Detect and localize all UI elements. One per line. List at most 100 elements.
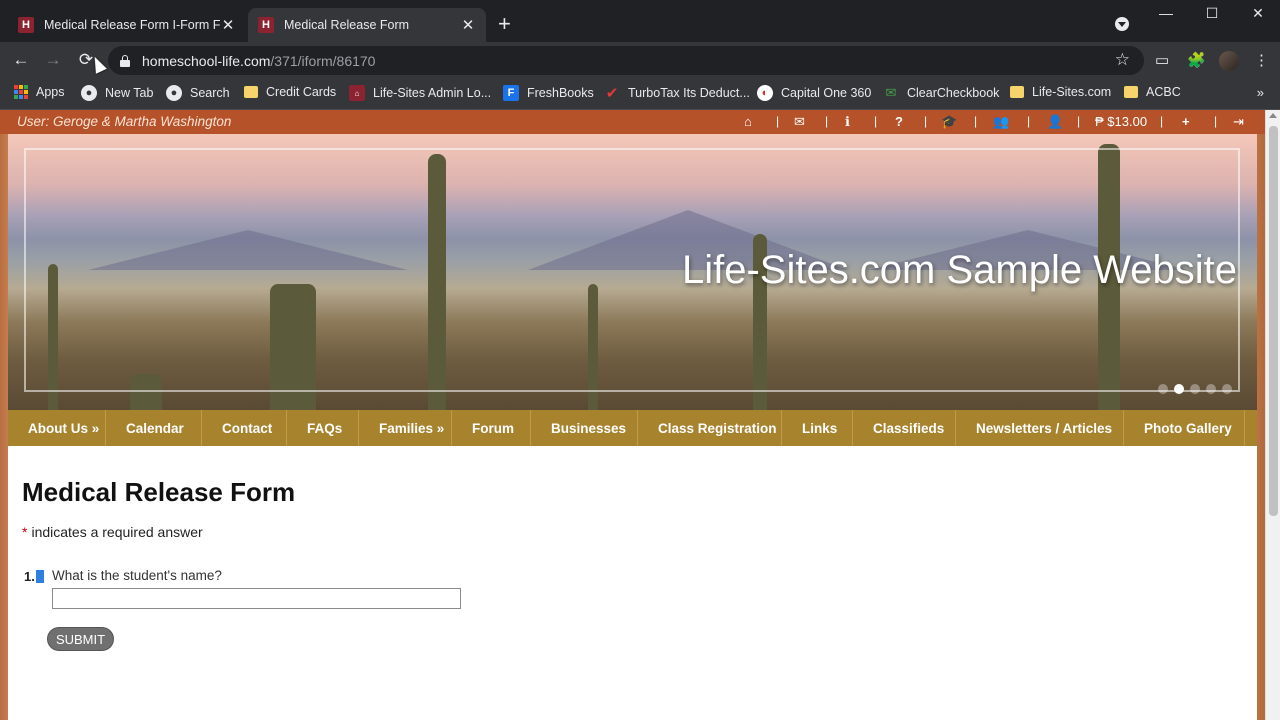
bookmark-label: Life-Sites Admin Lo... xyxy=(373,86,492,100)
nav-contact[interactable]: Contact xyxy=(202,410,287,446)
nav-about-us[interactable]: About Us » xyxy=(8,410,106,446)
bookmark-life-sites-admin[interactable]: ⌂ Life-Sites Admin Lo... xyxy=(349,85,491,101)
nav-photo-gallery[interactable]: Photo Gallery xyxy=(1124,410,1245,446)
info-icon[interactable]: ℹ xyxy=(845,114,850,130)
apps-icon xyxy=(14,85,28,99)
bookmarks-bar: Apps ● New Tab ● Search Credit Cards ⌂ L… xyxy=(0,79,1280,110)
question-label: What is the student's name? xyxy=(52,568,222,583)
user-icon[interactable]: 👤 xyxy=(1047,114,1063,130)
tab-medical-release-form[interactable]: H Medical Release Form ✕ xyxy=(248,8,486,42)
nav-classifieds[interactable]: Classifieds xyxy=(853,410,956,446)
new-tab-button[interactable]: + xyxy=(498,13,511,35)
required-note: * indicates a required answer xyxy=(22,524,203,540)
lock-icon[interactable] xyxy=(120,54,130,67)
bookmark-life-sites[interactable]: Life-Sites.com xyxy=(1010,85,1111,99)
slide-dot[interactable] xyxy=(1158,384,1168,394)
maximize-button[interactable]: ☐ xyxy=(1202,5,1222,22)
slide-dot[interactable] xyxy=(1190,384,1200,394)
nav-forum[interactable]: Forum xyxy=(452,410,531,446)
divider: | xyxy=(1214,114,1218,128)
nav-class-registration[interactable]: Class Registration xyxy=(638,410,782,446)
close-tab-icon[interactable]: ✕ xyxy=(460,16,476,34)
group-icon[interactable]: 👥 xyxy=(993,114,1009,130)
browser-toolbar: ← → ⟳ homeschool-life.com/371/iform/8617… xyxy=(0,42,1280,79)
url-host: homeschool-life.com xyxy=(142,52,271,69)
nav-families[interactable]: Families » xyxy=(359,410,452,446)
nav-calendar[interactable]: Calendar xyxy=(106,410,202,446)
bookmark-label: ClearCheckbook xyxy=(907,86,1000,100)
tab-medical-release-form-fields[interactable]: H Medical Release Form I-Form Fiel ✕ xyxy=(8,8,246,42)
balance-amount: $13.00 xyxy=(1107,114,1148,129)
add-user-icon[interactable]: + xyxy=(1182,114,1190,130)
bookmark-label: Search xyxy=(190,86,230,100)
mail-icon[interactable]: ✉ xyxy=(794,114,805,130)
tab-search-icon[interactable] xyxy=(1115,17,1129,31)
help-icon[interactable]: ? xyxy=(895,114,903,130)
bookmark-acbc[interactable]: ACBC xyxy=(1124,85,1181,99)
graduation-cap-icon[interactable]: 🎓 xyxy=(941,114,957,130)
user-label: User: Geroge & Martha Washington xyxy=(17,114,232,129)
hsl-icon: ⌂ xyxy=(349,85,365,101)
menu-icon[interactable]: ⋮ xyxy=(1254,51,1269,69)
bookmark-capital-one[interactable]: ◐ Capital One 360 xyxy=(757,85,871,101)
folder-icon xyxy=(1124,86,1138,98)
bookmark-apps[interactable]: Apps xyxy=(14,85,65,99)
nav-newsletters-articles[interactable]: Newsletters / Articles xyxy=(956,410,1124,446)
student-name-input[interactable] xyxy=(52,588,461,609)
divider: | xyxy=(1027,114,1031,128)
page-title: Medical Release Form xyxy=(22,477,296,507)
page-scrollbar[interactable] xyxy=(1265,110,1280,720)
main-navigation: About Us » Calendar Contact FAQs Familie… xyxy=(8,410,1257,446)
globe-icon: ● xyxy=(166,85,182,101)
bookmark-label: Capital One 360 xyxy=(781,86,872,100)
close-window-button[interactable]: ✕ xyxy=(1248,5,1268,22)
folder-icon xyxy=(244,86,258,98)
question-number: 1. xyxy=(24,569,35,584)
nav-businesses[interactable]: Businesses xyxy=(531,410,638,446)
page-viewport: User: Geroge & Martha Washington ⌂ | ✉ |… xyxy=(0,110,1280,720)
slide-dot-active[interactable] xyxy=(1174,384,1184,394)
bookmark-search[interactable]: ● Search xyxy=(166,85,230,101)
puzzle-icon[interactable]: 🧩 xyxy=(1187,51,1206,69)
homeschool-life-favicon: H xyxy=(258,17,274,33)
nav-faqs[interactable]: FAQs xyxy=(287,410,359,446)
close-tab-icon[interactable]: ✕ xyxy=(220,16,236,34)
nav-links[interactable]: Links xyxy=(782,410,853,446)
bookmark-label: Life-Sites.com xyxy=(1032,85,1112,99)
header-banner: Life-Sites.com Sample Website xyxy=(8,134,1257,410)
scroll-up-icon[interactable] xyxy=(1269,113,1277,118)
turbotax-icon: ✔ xyxy=(605,85,619,102)
bookmark-freshbooks[interactable]: F FreshBooks xyxy=(503,85,594,101)
tab-title: Medical Release Form I-Form Fiel xyxy=(44,18,220,32)
clearcheckbook-icon: ✉ xyxy=(885,85,897,100)
divider: | xyxy=(776,114,780,128)
address-bar[interactable]: homeschool-life.com/371/iform/86170 ☆ xyxy=(108,46,1144,75)
bookmark-label: FreshBooks xyxy=(527,86,594,100)
home-icon[interactable]: ⌂ xyxy=(744,114,752,130)
submit-button[interactable]: SUBMIT xyxy=(47,627,114,651)
scroll-thumb[interactable] xyxy=(1269,126,1278,516)
balance-link[interactable]: ₱ $13.00 xyxy=(1095,114,1147,130)
back-button[interactable]: ← xyxy=(11,50,31,70)
required-note-text: indicates a required answer xyxy=(31,524,203,540)
slide-dot[interactable] xyxy=(1222,384,1232,394)
freshbooks-icon: F xyxy=(503,85,519,101)
bookmark-star-icon[interactable]: ☆ xyxy=(1115,50,1130,70)
slide-dot[interactable] xyxy=(1206,384,1216,394)
extension-icon[interactable]: ▭ xyxy=(1155,51,1169,69)
globe-icon: ● xyxy=(81,85,97,101)
bookmark-turbotax[interactable]: ✔ TurboTax Its Deduct... xyxy=(604,85,750,102)
banner-title: Life-Sites.com Sample Website xyxy=(681,248,1237,292)
bookmark-clearcheckbook[interactable]: ✉ ClearCheckbook xyxy=(883,85,1000,101)
minimize-button[interactable]: — xyxy=(1156,5,1176,21)
forward-button[interactable]: → xyxy=(43,50,63,70)
more-bookmarks-icon[interactable]: » xyxy=(1257,85,1264,100)
divider: | xyxy=(924,114,928,128)
tab-title: Medical Release Form xyxy=(284,18,410,32)
bookmark-credit-cards[interactable]: Credit Cards xyxy=(244,85,336,99)
logout-icon[interactable]: ⇥ xyxy=(1233,114,1244,130)
currency-icon: ₱ xyxy=(1095,114,1104,129)
bookmark-new-tab[interactable]: ● New Tab xyxy=(81,85,153,101)
profile-avatar[interactable] xyxy=(1219,51,1239,71)
bookmark-label: ACBC xyxy=(1146,85,1181,99)
